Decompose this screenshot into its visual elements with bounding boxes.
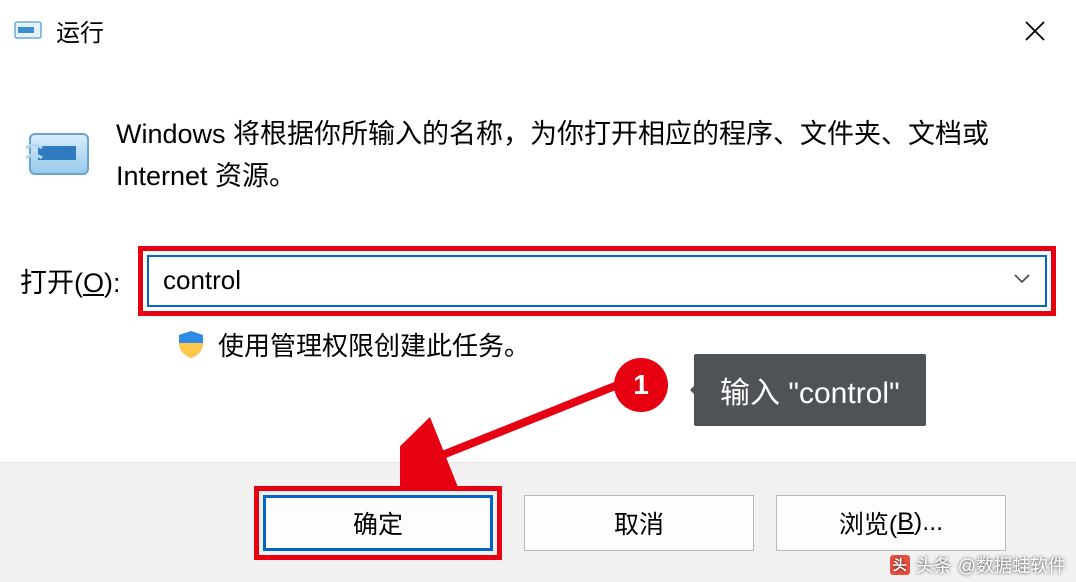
open-input[interactable] [163, 265, 1031, 296]
dialog-body: Windows 将根据你所输入的名称，为你打开相应的程序、文件夹、文档或 Int… [0, 60, 1076, 198]
close-button[interactable] [1018, 14, 1052, 48]
close-icon [1023, 19, 1047, 43]
watermark-source: 头条 [916, 552, 952, 578]
open-combobox[interactable] [147, 255, 1047, 307]
annotation-tooltip: 输入 "control" [694, 354, 926, 426]
dialog-description: Windows 将根据你所输入的名称，为你打开相应的程序、文件夹、文档或 Int… [116, 114, 1056, 198]
ok-button[interactable]: 确定 [263, 495, 493, 551]
open-label: 打开(O): [20, 261, 138, 300]
input-highlight-box [138, 246, 1056, 316]
admin-privilege-text: 使用管理权限创建此任务。 [218, 326, 530, 363]
run-large-icon [20, 114, 116, 198]
watermark: 头 头条 @数据蛙软件 [890, 552, 1066, 578]
open-row: 打开(O): [0, 246, 1076, 316]
shield-icon [176, 329, 206, 359]
window-title: 运行 [56, 13, 104, 48]
ok-button-highlight: 确定 [254, 486, 502, 560]
browse-button[interactable]: 浏览(B)... [776, 495, 1006, 551]
watermark-author: @数据蛙软件 [958, 552, 1066, 578]
titlebar: 运行 [0, 0, 1076, 60]
chevron-down-icon[interactable] [1013, 272, 1031, 290]
watermark-icon: 头 [890, 555, 910, 575]
cancel-button[interactable]: 取消 [524, 495, 754, 551]
run-app-icon [14, 19, 42, 41]
annotation-marker-1: 1 [614, 358, 668, 412]
